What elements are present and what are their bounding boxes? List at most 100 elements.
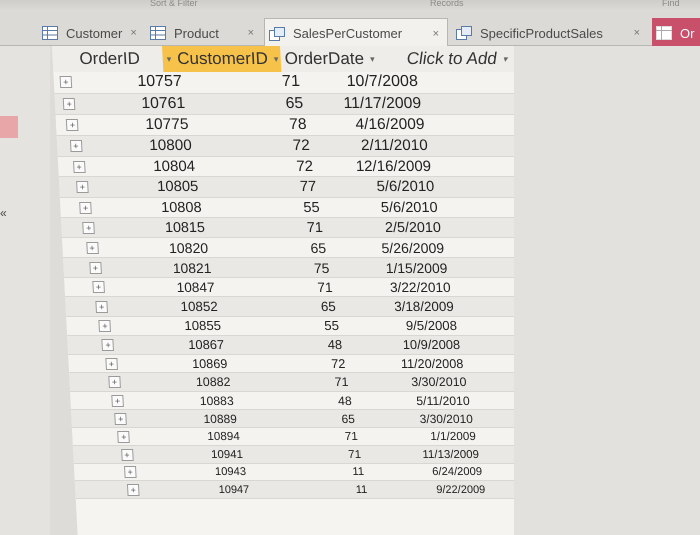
expand-row-icon[interactable]: + — [85, 241, 99, 254]
expand-row-icon[interactable]: + — [123, 466, 137, 479]
table-row[interactable]: +10775 78 4/16/2009 — [55, 114, 519, 136]
order-date-cell[interactable]: 5/6/2010 — [316, 179, 434, 195]
table-row[interactable]: +10889 65 3/30/2010 — [71, 410, 535, 429]
customer-id-cell[interactable]: 65 — [236, 412, 355, 426]
tab-product-close-icon[interactable]: × — [240, 27, 262, 39]
order-id-cell[interactable]: 10821 — [111, 260, 211, 276]
customer-id-cell[interactable]: 55 — [201, 200, 320, 216]
table-row[interactable]: +10761 65 11/17/2009 — [54, 93, 518, 115]
order-date-cell[interactable]: 6/24/2009 — [364, 466, 483, 478]
customer-id-cell[interactable]: 77 — [198, 179, 316, 195]
tab-customer[interactable]: Customer × — [38, 18, 144, 48]
order-date-cell[interactable]: 10/9/2008 — [342, 337, 460, 352]
order-id-cell[interactable]: 10947 — [149, 484, 249, 496]
customer-id-cell[interactable]: 11 — [249, 484, 368, 496]
order-date-cell[interactable]: 10/7/2008 — [299, 73, 418, 91]
expand-row-icon[interactable]: + — [66, 118, 79, 131]
order-id-cell[interactable]: 10855 — [121, 318, 221, 333]
table-row[interactable]: +10883 48 5/11/2010 — [70, 391, 534, 411]
order-id-cell[interactable]: 10869 — [127, 357, 228, 371]
order-date-cell[interactable]: 1/15/2009 — [329, 260, 447, 276]
expand-row-icon[interactable]: + — [108, 376, 121, 389]
expand-row-icon[interactable]: + — [62, 97, 76, 110]
tab-orders[interactable]: Or — [652, 18, 700, 48]
order-id-cell[interactable]: 10894 — [140, 430, 240, 443]
customer-id-cell[interactable]: 71 — [214, 280, 333, 295]
order-date-cell[interactable]: 3/30/2010 — [354, 412, 473, 426]
order-id-cell[interactable]: 10883 — [133, 394, 234, 408]
customer-id-cell[interactable]: 55 — [221, 318, 339, 333]
order-id-cell[interactable]: 10775 — [88, 116, 189, 134]
customerid-dropdown-icon[interactable]: ▾ — [274, 54, 279, 65]
order-id-cell[interactable]: 10800 — [91, 137, 192, 154]
order-date-cell[interactable]: 3/22/2010 — [332, 280, 451, 295]
expand-row-icon[interactable]: + — [76, 181, 89, 194]
order-date-cell[interactable]: 3/30/2010 — [348, 375, 467, 389]
expand-row-icon[interactable]: + — [111, 394, 124, 407]
order-id-cell[interactable]: 10757 — [81, 73, 182, 91]
order-id-cell[interactable]: 10943 — [146, 466, 247, 478]
tab-salespercustomer[interactable]: SalesPerCustomer × — [264, 18, 448, 48]
expand-row-icon[interactable]: + — [101, 338, 115, 351]
customer-id-cell[interactable]: 75 — [211, 260, 329, 276]
expand-row-icon[interactable]: + — [117, 430, 131, 443]
order-id-cell[interactable]: 10761 — [85, 95, 186, 113]
click-to-add-dropdown-icon[interactable]: ▾ — [502, 54, 507, 65]
customer-id-cell[interactable]: 11 — [246, 466, 364, 478]
tab-specificproductsales[interactable]: SpecificProductSales × — [452, 18, 648, 48]
order-date-cell[interactable]: 4/16/2009 — [306, 116, 425, 134]
order-date-cell[interactable]: 5/6/2010 — [319, 200, 439, 216]
table-row[interactable]: +10947 11 9/22/2009 — [74, 481, 538, 499]
orderid-dropdown-icon[interactable]: ▾ — [166, 54, 171, 65]
customer-id-cell[interactable]: 71 — [243, 449, 361, 461]
table-row[interactable]: +10757 71 10/7/2008 — [53, 72, 517, 94]
order-id-cell[interactable]: 10805 — [98, 179, 199, 195]
orderdate-dropdown-icon[interactable]: ▾ — [370, 54, 375, 65]
order-id-cell[interactable]: 10808 — [101, 200, 202, 216]
table-row[interactable]: +10800 72 2/11/2010 — [56, 135, 520, 157]
order-date-cell[interactable]: 9/5/2008 — [339, 318, 457, 333]
order-date-cell[interactable]: 11/20/2008 — [345, 357, 464, 371]
customer-id-cell[interactable]: 72 — [191, 137, 310, 154]
order-date-cell[interactable]: 11/17/2009 — [303, 95, 422, 113]
order-id-cell[interactable]: 10804 — [95, 158, 196, 175]
order-date-cell[interactable]: 2/5/2010 — [322, 220, 442, 236]
table-row[interactable]: +10855 55 9/5/2008 — [66, 316, 530, 336]
column-header-click-to-add[interactable]: Click to Add ▾ — [402, 46, 515, 72]
customer-id-cell[interactable]: 71 — [240, 430, 359, 443]
customer-id-cell[interactable]: 48 — [233, 394, 352, 408]
expand-nav-pane-icon[interactable]: « — [0, 206, 7, 220]
column-header-customerid[interactable]: ▾ CustomerID ▾ — [162, 46, 282, 72]
tab-customer-close-icon[interactable]: × — [122, 27, 144, 39]
expand-row-icon[interactable]: + — [126, 483, 140, 496]
table-row[interactable]: +10815 71 2/5/2010 — [61, 218, 525, 239]
table-row[interactable]: +10808 55 5/6/2010 — [59, 197, 524, 219]
order-id-cell[interactable]: 10889 — [136, 412, 237, 426]
customer-id-cell[interactable]: 78 — [188, 116, 307, 134]
tab-product[interactable]: Product × — [146, 18, 262, 48]
expand-row-icon[interactable]: + — [79, 201, 92, 214]
expand-row-icon[interactable]: + — [82, 221, 96, 234]
expand-row-icon[interactable]: + — [92, 281, 105, 294]
column-header-orderid[interactable]: OrderID — [52, 46, 163, 72]
order-id-cell[interactable]: 10815 — [104, 220, 206, 236]
table-row[interactable]: +10847 71 3/22/2010 — [64, 277, 528, 298]
table-row[interactable]: +10821 75 1/15/2009 — [63, 258, 527, 278]
order-id-cell[interactable]: 10867 — [124, 337, 225, 352]
order-id-cell[interactable]: 10820 — [108, 240, 209, 256]
order-date-cell[interactable]: 9/22/2009 — [367, 484, 486, 496]
customer-id-cell[interactable]: 65 — [208, 240, 327, 256]
expand-row-icon[interactable]: + — [95, 300, 109, 313]
table-row[interactable]: +10894 71 1/1/2009 — [72, 428, 535, 447]
expand-row-icon[interactable]: + — [98, 319, 112, 332]
order-date-cell[interactable]: 5/11/2010 — [351, 394, 470, 408]
table-row[interactable]: +10869 72 11/20/2008 — [68, 354, 532, 374]
table-row[interactable]: +10852 65 3/18/2009 — [65, 297, 529, 317]
order-id-cell[interactable]: 10852 — [117, 299, 218, 314]
table-row[interactable]: +10941 71 11/13/2009 — [72, 446, 536, 464]
expand-row-icon[interactable]: + — [69, 139, 83, 152]
tab-specificproductsales-close-icon[interactable]: × — [626, 27, 648, 39]
customer-id-cell[interactable]: 65 — [185, 95, 304, 113]
table-row[interactable]: +10943 11 6/24/2009 — [73, 463, 537, 482]
order-id-cell[interactable]: 10847 — [114, 280, 215, 295]
